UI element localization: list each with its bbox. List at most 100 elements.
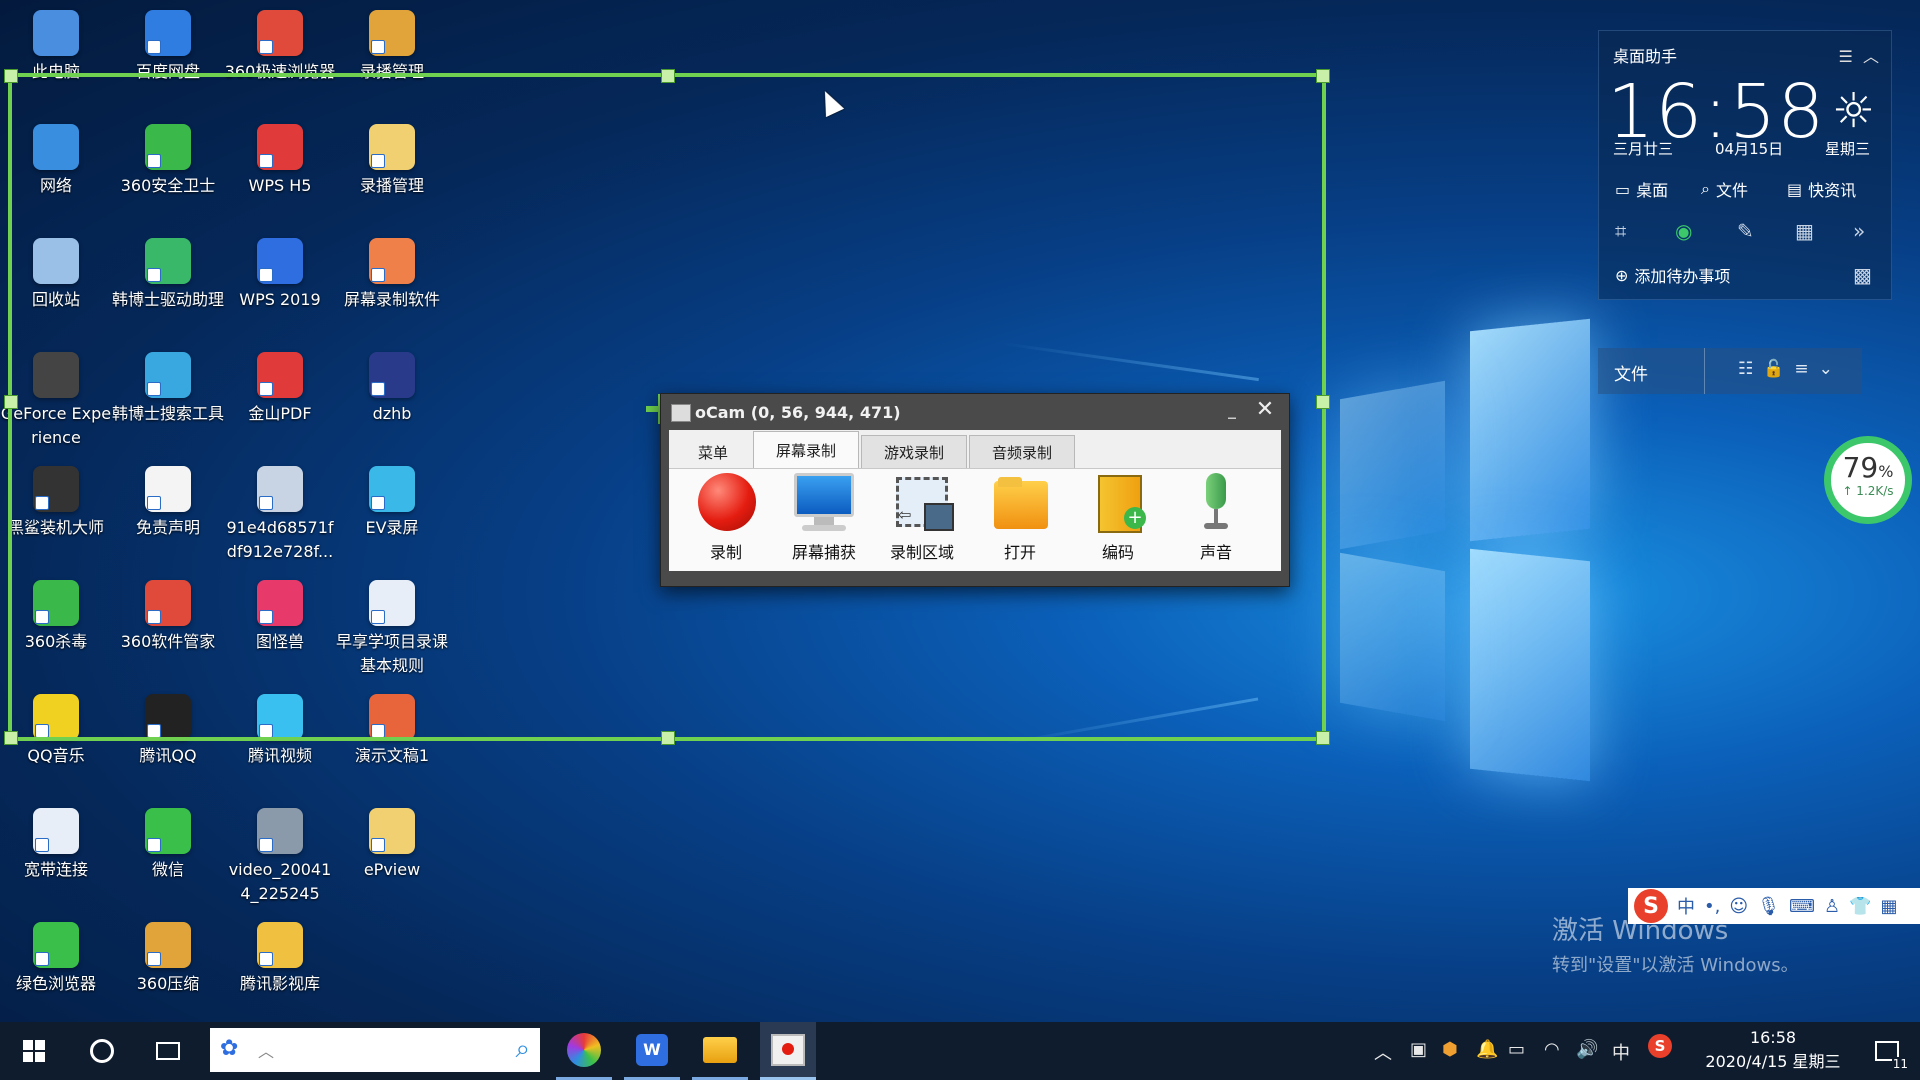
search-icon: ⌕ [1701,179,1710,198]
codec-button[interactable]: + 编码 [1069,469,1167,571]
sogou-logo-icon[interactable]: S [1634,889,1668,923]
add-todo-button[interactable]: ⊕ 添加待办事项 [1615,263,1730,287]
note-icon[interactable]: ✎ [1737,219,1754,243]
collapse-icon[interactable]: ︿ [1863,47,1879,66]
resize-handle-br[interactable] [1316,731,1330,745]
taskbar-clock[interactable]: 16:58 2020/4/15 星期三 [1688,1026,1858,1074]
tab-game-record[interactable]: 游戏录制 [861,435,968,468]
ocam-titlebar[interactable]: oCam (0, 56, 944, 471) _ ✕ [661,394,1289,430]
wps-icon: W [636,1033,668,1066]
tray-expand-icon[interactable]: ︿ [1374,1039,1392,1065]
resize-handle-tl[interactable] [4,69,18,83]
more-icon[interactable]: » [1853,219,1865,243]
app-icon [257,10,303,56]
open-button[interactable]: 打开 [971,469,1069,571]
ocam-toolbar: 录制 屏幕捕获 ⇦ 录制区域 打开 + 编码 声音 [669,468,1281,571]
record-region-button[interactable]: ⇦ 录制区域 [873,469,971,571]
action-center-button[interactable]: 11 [1862,1022,1912,1080]
desktop-button[interactable]: ▭ 桌面 [1615,177,1668,201]
desktop-icon-label: 360压缩 [136,974,200,993]
app-icon [257,922,303,968]
task-view-button[interactable] [146,1022,190,1080]
taskbar: ✿ ︿ ⌕ W ︿ ▣ ⬢ 🔔 ▭ ◠ 🔊 中 S 16:58 2020/4/1… [0,1022,1920,1080]
files-bar-controls[interactable]: ☷🔓≡⌄ [1738,359,1843,379]
desktop-icon-label: video_200414_225245 [228,860,332,903]
desktop-icon-item[interactable]: 微信 [112,808,224,882]
desktop-icon-item[interactable]: 宽带连接 [0,808,112,882]
tab-screen-record[interactable]: 屏幕录制 [753,431,860,468]
eye-icon[interactable]: ◉ [1675,219,1692,243]
desktop-icon: ▭ [1615,179,1631,199]
volume-icon[interactable]: 🔊 [1576,1039,1598,1060]
keyboard-icon[interactable]: ⌨ [1789,896,1815,917]
cortana-button[interactable] [80,1022,124,1080]
emoji-icon[interactable]: ☺ [1729,896,1748,917]
tab-audio-record[interactable]: 音频录制 [969,435,1076,468]
ocam-taskbar-icon [771,1033,805,1066]
open-label: 打开 [1003,543,1036,562]
tray-app-icon[interactable]: ▣ [1410,1039,1427,1060]
punctuation-icon[interactable]: •, [1704,896,1720,917]
desktop-icon-item[interactable]: 360压缩 [112,922,224,996]
resize-handle-bl[interactable] [4,731,18,745]
ime-mode[interactable]: 中 [1677,893,1695,919]
news-button[interactable]: ▤ 快资讯 [1787,177,1856,201]
language-indicator[interactable]: 中 [1612,1039,1630,1065]
record-button[interactable]: 录制 [677,469,775,571]
circle-icon [90,1039,114,1063]
crop-icon[interactable]: ⌗ [1615,219,1626,243]
desktop-icon-label: QQ音乐 [27,746,85,765]
calculator-icon[interactable]: ▦ [1795,219,1814,243]
search-box[interactable]: ✿ ︿ ⌕ [210,1028,540,1072]
lunar-date: 三月廿三 [1613,140,1674,158]
tab-menu[interactable]: 菜单 [675,435,751,468]
app-icon [145,922,191,968]
tray-360-icon[interactable]: ⬢ [1442,1039,1458,1060]
ocam-app-icon [671,404,691,422]
taskbar-wps[interactable]: W [624,1022,680,1080]
network-gauge[interactable]: 79% ↑ 1.2K/s [1824,436,1912,524]
ime-toolbar: S 中 •, ☺ 🎙 ⌨ ♙ 👕 ▦ [1628,888,1920,924]
app-icon [257,808,303,854]
resize-handle-top[interactable] [661,69,675,83]
mic-icon[interactable]: 🎙 [1757,896,1780,917]
widget-date: 04月15日 [1715,140,1784,158]
sogou-tray-icon[interactable]: S [1648,1034,1672,1058]
close-button[interactable]: ✕ [1253,398,1277,422]
file-search-label: 文件 [1715,181,1748,200]
resize-handle-right[interactable] [1316,395,1330,409]
qr-icon[interactable]: ▩ [1853,263,1872,287]
desktop-icon-item[interactable]: ePview [336,808,448,882]
file-search-button[interactable]: ⌕ 文件 [1701,177,1748,201]
desktop-icon-label: 腾讯QQ [139,746,197,765]
resize-handle-bottom[interactable] [661,731,675,745]
wifi-icon[interactable]: ◠ [1544,1039,1560,1060]
codec-label: 编码 [1101,543,1134,562]
menu-icon[interactable]: ☰ [1838,47,1852,66]
desktop-icon-item[interactable]: 腾讯影视库 [224,922,336,996]
taskbar-date: 2020/4/15 星期三 [1705,1052,1841,1071]
start-button[interactable] [12,1022,56,1080]
sound-button[interactable]: 声音 [1167,469,1265,571]
files-bar-label[interactable]: 文件 [1614,360,1648,385]
minimize-button[interactable]: _ [1221,400,1243,422]
user-icon[interactable]: ♙ [1824,896,1840,917]
resize-handle-tr[interactable] [1316,69,1330,83]
taskbar-file-explorer[interactable] [692,1022,748,1080]
gauge-percent: 79% [1842,451,1894,484]
grid-icon[interactable]: ▦ [1881,896,1898,917]
desktop-icon-item[interactable]: video_200414_225245 [224,808,336,906]
skin-icon[interactable]: 👕 [1849,896,1871,917]
sound-label: 声音 [1199,543,1232,562]
screen-capture-button[interactable]: 屏幕捕获 [775,469,873,571]
taskbar-360-browser[interactable] [556,1022,612,1080]
search-icon[interactable]: ⌕ [515,1034,530,1065]
record-region-label: 录制区域 [889,543,954,562]
taskbar-ocam[interactable] [760,1022,816,1080]
bell-icon[interactable]: 🔔 [1476,1039,1498,1060]
app-icon [145,808,191,854]
folder-icon [703,1036,737,1063]
resize-handle-left[interactable] [4,395,18,409]
desktop-icon-item[interactable]: 绿色浏览器 [0,922,112,996]
battery-icon[interactable]: ▭ [1508,1039,1525,1060]
